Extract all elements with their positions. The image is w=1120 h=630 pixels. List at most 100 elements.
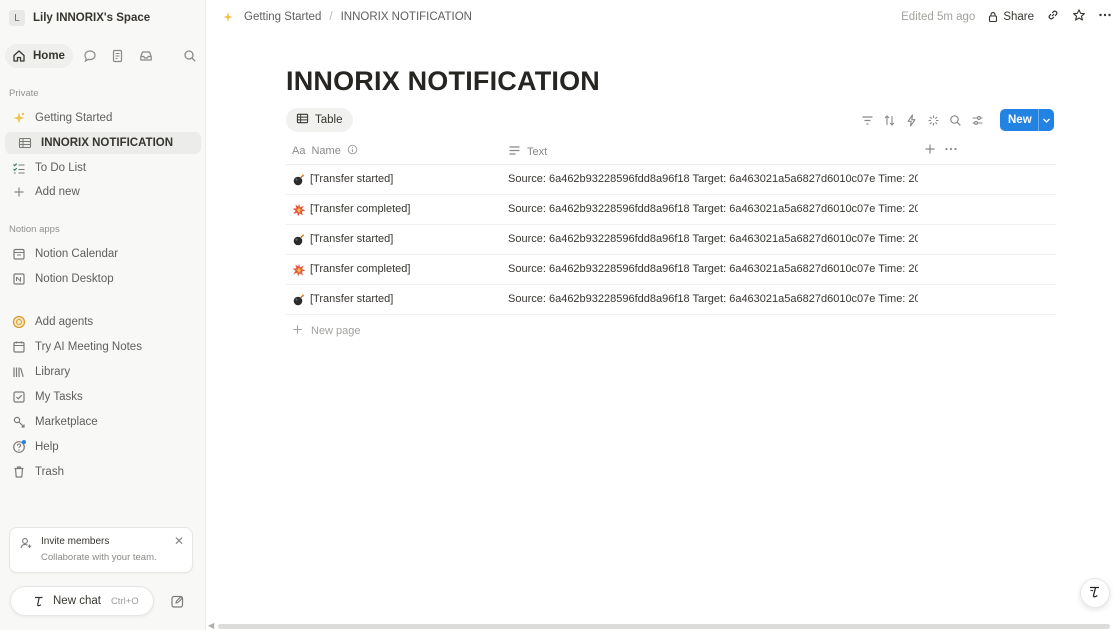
tab-table-view[interactable]: Table (286, 108, 353, 132)
invite-user-icon (19, 536, 33, 553)
more-icon[interactable] (1098, 8, 1112, 25)
search-icon[interactable] (179, 45, 201, 67)
checklist-icon (11, 160, 27, 176)
table-row[interactable]: [Transfer completed] Source: 6a462b93228… (286, 255, 1056, 285)
explosion-icon (292, 203, 306, 217)
plus-icon (11, 184, 27, 200)
table-row[interactable]: [Transfer completed] Source: 6a462b93228… (286, 195, 1056, 225)
horizontal-scrollbar[interactable] (218, 624, 1110, 629)
sidebar-item-notion-calendar[interactable]: Notion Calendar (5, 243, 201, 265)
bomb-icon (292, 233, 306, 247)
column-header-name[interactable]: Aa Name (292, 144, 358, 158)
info-icon (347, 144, 358, 158)
ai-face-icon (1087, 584, 1103, 603)
sidebar-item-trash[interactable]: Trash (5, 461, 201, 483)
table-row[interactable]: [Transfer started] Source: 6a462b9322859… (286, 225, 1056, 255)
sidebar-item-add-new[interactable]: Add new (5, 181, 201, 203)
sort-icon[interactable] (880, 111, 898, 129)
lock-icon (989, 11, 998, 22)
workspace-switcher[interactable]: L Lily INNORIX's Space (9, 8, 150, 28)
column-header-text[interactable]: Text (508, 144, 547, 160)
library-icon (11, 364, 27, 380)
sparkle-emoji-icon (11, 110, 27, 126)
sidebar-item-my-tasks[interactable]: My Tasks (5, 386, 201, 408)
agent-icon (11, 314, 27, 330)
filter-icon[interactable] (858, 111, 876, 129)
sidebar-item-library[interactable]: Library (5, 361, 201, 383)
breadcrumb-separator: / (329, 11, 333, 23)
apps-section-label: Notion apps (9, 224, 60, 235)
new-button[interactable]: New (1000, 109, 1054, 131)
desktop-icon (11, 271, 27, 287)
private-section-label: Private (9, 88, 39, 99)
table-header: Aa Name Text (286, 139, 1056, 165)
text-lines-icon (508, 144, 521, 160)
sidebar-item-label: Getting Started (35, 112, 113, 124)
sidebar-item-help[interactable]: Help (5, 436, 201, 458)
table-row[interactable]: [Transfer started] Source: 6a462b9322859… (286, 285, 1056, 315)
row-title: [Transfer started] (310, 293, 394, 305)
explosion-icon (292, 263, 306, 277)
sidebar-item-label: Notion Calendar (35, 248, 119, 260)
home-button[interactable]: Home (5, 44, 73, 68)
new-button-label: New (1008, 114, 1032, 126)
close-icon[interactable]: ✕ (174, 534, 184, 548)
column-header-label: Text (527, 146, 548, 158)
invite-title: Invite members (41, 536, 110, 547)
sidebar-item-marketplace[interactable]: Marketplace (5, 411, 201, 433)
sidebar-item-add-agents[interactable]: Add agents (5, 311, 201, 333)
share-button[interactable]: Share (987, 11, 1034, 23)
bomb-icon (292, 173, 306, 187)
notion-ai-button[interactable] (1080, 578, 1110, 608)
table-icon (296, 112, 309, 128)
sidebar-item-innorix-notification[interactable]: INNORIX NOTIFICATION (5, 132, 201, 154)
new-chat-button[interactable]: New chat Ctrl+O (10, 586, 154, 616)
row-text: Source: 6a462b93228596fdd8a96f18 Target:… (508, 263, 918, 275)
invite-members-card[interactable]: Invite members Collaborate with your tea… (9, 527, 193, 573)
sidebar-item-label: Trash (35, 466, 64, 478)
topbar: Getting Started / INNORIX NOTIFICATION E… (206, 0, 1120, 34)
inbox-icon[interactable] (135, 45, 157, 67)
scroll-left-arrow-icon[interactable]: ◀ (208, 621, 214, 630)
sidebar-item-label: Notion Desktop (35, 273, 114, 285)
link-icon[interactable] (1046, 8, 1060, 25)
sidebar-item-todo-list[interactable]: To Do List (5, 157, 201, 179)
row-text: Source: 6a462b93228596fdd8a96f18 Target:… (508, 173, 918, 185)
marketplace-icon (11, 414, 27, 430)
more-icon[interactable] (944, 143, 958, 158)
table-row[interactable]: [Transfer started] Source: 6a462b9322859… (286, 165, 1056, 195)
sidebar-item-label: Try AI Meeting Notes (35, 341, 142, 353)
sidebar-item-label: Marketplace (35, 416, 98, 428)
notes-icon[interactable] (107, 45, 129, 67)
page-title[interactable]: INNORIX NOTIFICATION (286, 66, 600, 97)
row-text: Source: 6a462b93228596fdd8a96f18 Target:… (508, 233, 918, 245)
sidebar-item-ai-meeting-notes[interactable]: Try AI Meeting Notes (5, 336, 201, 358)
breadcrumb-item[interactable]: INNORIX NOTIFICATION (341, 11, 472, 23)
sidebar-item-getting-started[interactable]: Getting Started (5, 107, 201, 129)
star-icon[interactable] (1072, 8, 1086, 25)
automation-bolt-icon[interactable] (902, 111, 920, 129)
new-page-button[interactable]: New page (292, 324, 361, 338)
chat-bubble-icon[interactable] (79, 45, 101, 67)
tasks-icon (11, 389, 27, 405)
sidebar-item-label: My Tasks (35, 391, 83, 403)
topbar-actions: Edited 5m ago Share (901, 8, 1112, 25)
sidebar-item-label: INNORIX NOTIFICATION (41, 137, 174, 149)
help-icon (11, 439, 27, 455)
row-text: Source: 6a462b93228596fdd8a96f18 Target:… (508, 203, 918, 215)
new-chat-label: New chat (53, 595, 101, 607)
workspace-avatar: L (9, 10, 25, 26)
sidebar-item-notion-desktop[interactable]: Notion Desktop (5, 268, 201, 290)
ai-sparkle-icon[interactable] (924, 111, 942, 129)
sparkle-emoji-icon (220, 9, 236, 25)
row-title: [Transfer completed] (310, 263, 411, 275)
settings-sliders-icon[interactable] (968, 111, 986, 129)
search-icon[interactable] (946, 111, 964, 129)
breadcrumb-item[interactable]: Getting Started (244, 11, 321, 23)
compose-icon[interactable] (166, 590, 188, 612)
chevron-down-icon[interactable] (1038, 109, 1054, 131)
add-column-icon[interactable] (924, 143, 936, 158)
edited-timestamp: Edited 5m ago (901, 10, 976, 23)
invite-subtitle: Collaborate with your team. (41, 552, 157, 563)
home-label: Home (33, 50, 65, 62)
